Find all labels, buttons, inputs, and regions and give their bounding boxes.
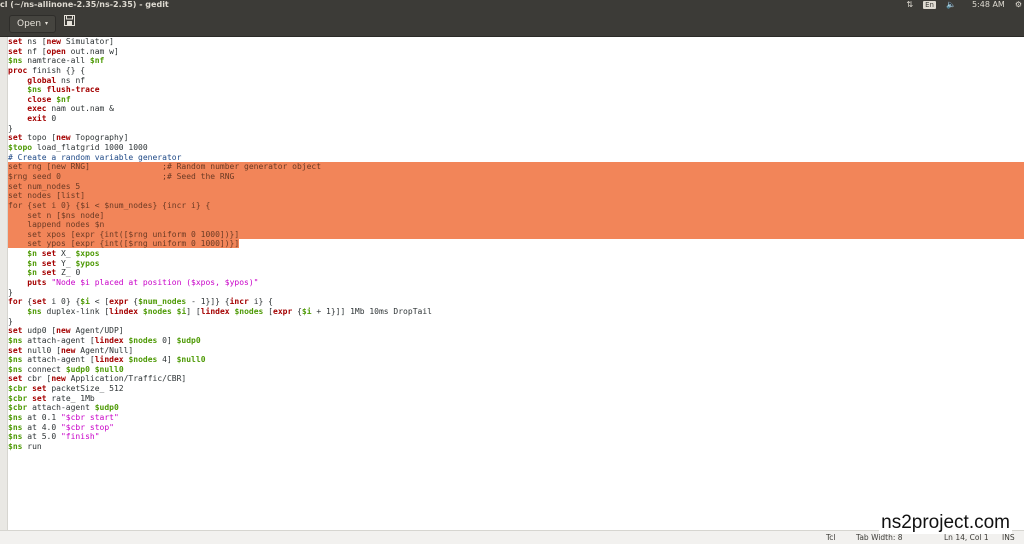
code-line[interactable]: exit 0	[8, 114, 1024, 124]
code-line[interactable]: set num_nodes 5	[8, 181, 1024, 192]
save-icon-glyph	[63, 15, 75, 26]
code-line[interactable]: $ns namtrace-all $nf	[8, 56, 1024, 66]
code-line[interactable]: $n set Y_ $ypos	[8, 259, 1024, 269]
text-editor[interactable]: set ns [new Simulator] set nf [open out.n…	[8, 37, 1024, 530]
code-line[interactable]: exec nam out.nam &	[8, 104, 1024, 114]
clock[interactable]: 5:48 AM	[972, 0, 1005, 10]
code-line[interactable]: $ns attach-agent [lindex $nodes 4] $null…	[8, 355, 1024, 365]
gedit-toolbar: Open ▾	[0, 10, 1024, 37]
status-bar: Tcl Tab Width: 8 Ln 14, Col 1 INS	[0, 530, 1024, 544]
volume-icon[interactable]: 🔈	[946, 0, 956, 10]
code-line[interactable]: $cbr set rate_ 1Mb	[8, 394, 1024, 404]
code-line[interactable]: set udp0 [new Agent/UDP]	[8, 326, 1024, 336]
code-line[interactable]: $n set Z_ 0	[8, 268, 1024, 278]
window-title: cl (~/ns-allinone-2.35/ns-2.35) - gedit	[0, 0, 169, 9]
language-selector[interactable]: Tcl	[826, 532, 836, 543]
code-line[interactable]: $topo load_flatgrid 1000 1000	[8, 143, 1024, 153]
code-line[interactable]: for {set i 0} {$i < [expr {$num_nodes - …	[8, 297, 1024, 307]
code-line[interactable]: $ns at 0.1 "$cbr start"	[8, 413, 1024, 423]
chevron-down-icon: ▾	[45, 20, 49, 27]
code-line[interactable]: $rng seed 0 ;# Seed the RNG	[8, 171, 1024, 182]
code-line[interactable]: $ns duplex-link [lindex $nodes $i] [lind…	[8, 307, 1024, 317]
code-line[interactable]: puts "Node $i placed at position ($xpos,…	[8, 278, 1024, 288]
code-line[interactable]: set xpos [expr {int([$rng uniform 0 1000…	[8, 229, 1024, 240]
code-line[interactable]: for {set i 0} {$i < $num_nodes} {incr i}…	[8, 200, 1024, 211]
code-line[interactable]: set ns [new Simulator]	[8, 37, 1024, 47]
code-line[interactable]: close $nf	[8, 95, 1024, 105]
code-line[interactable]: # Create a random variable generator	[8, 153, 1024, 163]
code-line[interactable]: $ns attach-agent [lindex $nodes 0] $udp0	[8, 336, 1024, 346]
code-area[interactable]: set ns [new Simulator] set nf [open out.n…	[8, 37, 1024, 452]
code-line[interactable]: $ns at 5.0 "finish"	[8, 432, 1024, 442]
top-panel: cl (~/ns-allinone-2.35/ns-2.35) - gedit …	[0, 0, 1024, 10]
code-line[interactable]: }	[8, 288, 1024, 298]
open-button-label: Open	[17, 19, 42, 29]
code-line[interactable]: proc finish {} {	[8, 66, 1024, 76]
code-line[interactable]: $ns at 4.0 "$cbr stop"	[8, 423, 1024, 433]
open-button[interactable]: Open ▾	[9, 15, 57, 33]
save-icon[interactable]	[60, 15, 78, 31]
code-line[interactable]: $ns connect $udp0 $null0	[8, 365, 1024, 375]
keyboard-layout-indicator[interactable]: En	[923, 1, 936, 9]
network-icon[interactable]: ⇅	[906, 0, 913, 10]
code-line[interactable]: set nodes [list]	[8, 191, 1024, 201]
code-line[interactable]: lappend nodes $n	[8, 220, 1024, 230]
code-line[interactable]: set cbr [new Application/Traffic/CBR]	[8, 374, 1024, 384]
code-line[interactable]: $cbr set packetSize_ 512	[8, 384, 1024, 394]
code-line[interactable]: set nf [open out.nam w]	[8, 47, 1024, 57]
code-line[interactable]: set rng [new RNG] ;# Random number gener…	[8, 162, 1024, 172]
code-line[interactable]: set topo [new Topography]	[8, 133, 1024, 143]
code-line[interactable]: }	[8, 124, 1024, 134]
code-line[interactable]: set null0 [new Agent/Null]	[8, 346, 1024, 356]
code-line[interactable]: $n set X_ $xpos	[8, 249, 1024, 259]
code-line[interactable]: $cbr attach-agent $udp0	[8, 403, 1024, 413]
watermark: ns2project.com	[879, 512, 1012, 534]
system-tray: ⇅ En 🔈 5:48 AM ⚙	[906, 0, 1024, 10]
editor-gutter	[0, 37, 8, 530]
gear-icon[interactable]: ⚙	[1015, 0, 1022, 10]
code-line[interactable]: }	[8, 317, 1024, 327]
code-line[interactable]: global ns nf	[8, 76, 1024, 86]
code-line[interactable]: $ns run	[8, 442, 1024, 452]
code-line[interactable]: set ypos [expr {int([$rng uniform 0 1000…	[8, 239, 1024, 249]
code-line[interactable]: $ns flush-trace	[8, 85, 1024, 95]
code-line[interactable]: set n [$ns node]	[8, 210, 1024, 221]
